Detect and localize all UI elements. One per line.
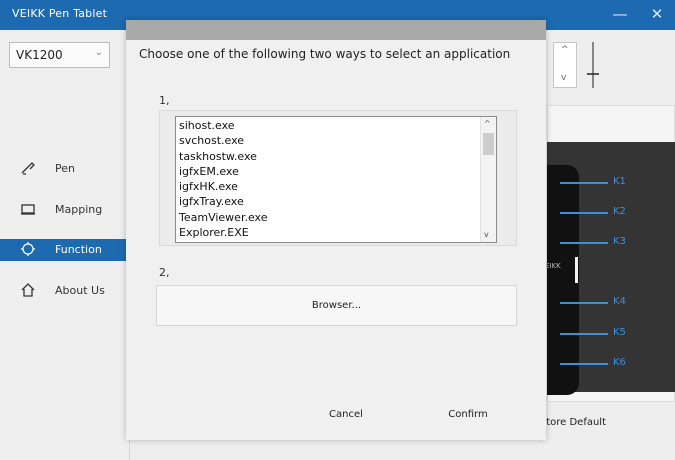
window-title: VEIKK Pen Tablet xyxy=(12,7,108,20)
list-scrollbar[interactable]: ^ v xyxy=(480,117,496,242)
key-line-k5 xyxy=(560,333,608,335)
nav-item-mapping[interactable]: Mapping xyxy=(0,199,126,221)
confirm-button[interactable]: Confirm xyxy=(441,409,495,425)
nav-item-pen[interactable]: Pen xyxy=(0,158,126,180)
left-nav-panel: VK1200 ⌄ Pen Mapping Function About Us xyxy=(0,30,130,460)
list-item[interactable]: Explorer.EXE xyxy=(179,225,267,240)
step-1-label: 1, xyxy=(159,94,170,107)
scroll-up-icon[interactable]: ^ xyxy=(484,119,491,128)
key-label-k3[interactable]: K3 xyxy=(613,236,626,247)
key-label-k4[interactable]: K4 xyxy=(613,296,626,307)
select-application-dialog: Choose one of the following two ways to … xyxy=(126,20,546,440)
minimize-button[interactable]: — xyxy=(608,4,632,24)
nav-item-about-us[interactable]: About Us xyxy=(0,280,126,302)
list-item[interactable]: TeamViewer.exe xyxy=(179,210,267,225)
dialog-title-bar xyxy=(126,20,546,40)
monitor-icon xyxy=(21,204,35,215)
list-item[interactable]: svchost.exe xyxy=(179,133,267,148)
spinner-down-icon[interactable]: v xyxy=(561,73,566,83)
key-line-k4 xyxy=(560,302,608,304)
nav-item-function[interactable]: Function xyxy=(0,239,126,261)
list-item[interactable]: igfxEM.exe xyxy=(179,164,267,179)
key-line-k3 xyxy=(560,242,608,244)
chevron-down-icon: ⌄ xyxy=(94,47,103,58)
key-line-k6 xyxy=(560,363,608,365)
browse-button[interactable]: Browser... xyxy=(156,285,517,326)
running-apps-list[interactable]: sihost.exe svchost.exe taskhostw.exe igf… xyxy=(175,116,497,243)
key-label-k2[interactable]: K2 xyxy=(613,206,626,217)
key-label-k6[interactable]: K6 xyxy=(613,357,626,368)
step-2-label: 2, xyxy=(159,266,170,279)
nav-item-label: Function xyxy=(55,243,102,256)
key-line-k1 xyxy=(560,182,608,184)
slider-handle[interactable] xyxy=(586,40,600,90)
nav-item-label: Mapping xyxy=(55,203,103,216)
pen-icon xyxy=(21,162,35,175)
list-item[interactable]: igfxHK.exe xyxy=(179,179,267,194)
nav-item-label: Pen xyxy=(55,162,75,175)
list-item[interactable]: sihost.exe xyxy=(179,118,267,133)
spinner-up-icon[interactable]: ^ xyxy=(561,45,569,55)
brand-logo: EIKK xyxy=(545,262,561,270)
key-line-k2 xyxy=(560,212,608,214)
home-icon xyxy=(21,283,35,297)
indicator-bar xyxy=(575,257,578,283)
scroll-down-icon[interactable]: v xyxy=(484,230,489,239)
value-spinner[interactable]: ^ v xyxy=(553,42,577,88)
function-icon xyxy=(21,242,35,256)
running-apps-group: sihost.exe svchost.exe taskhostw.exe igf… xyxy=(159,110,517,246)
close-button[interactable]: ✕ xyxy=(645,4,669,24)
model-select-value: VK1200 xyxy=(16,48,63,62)
model-select[interactable]: VK1200 ⌄ xyxy=(9,42,110,68)
nav-item-label: About Us xyxy=(55,284,105,297)
key-label-k1[interactable]: K1 xyxy=(613,176,626,187)
cancel-button[interactable]: Cancel xyxy=(316,409,376,425)
dialog-heading: Choose one of the following two ways to … xyxy=(139,47,511,61)
list-item[interactable]: igfxTray.exe xyxy=(179,194,267,209)
list-item[interactable]: taskhostw.exe xyxy=(179,149,267,164)
scrollbar-thumb[interactable] xyxy=(483,133,494,155)
restore-default-button[interactable]: store Default xyxy=(541,417,606,428)
key-label-k5[interactable]: K5 xyxy=(613,327,626,338)
